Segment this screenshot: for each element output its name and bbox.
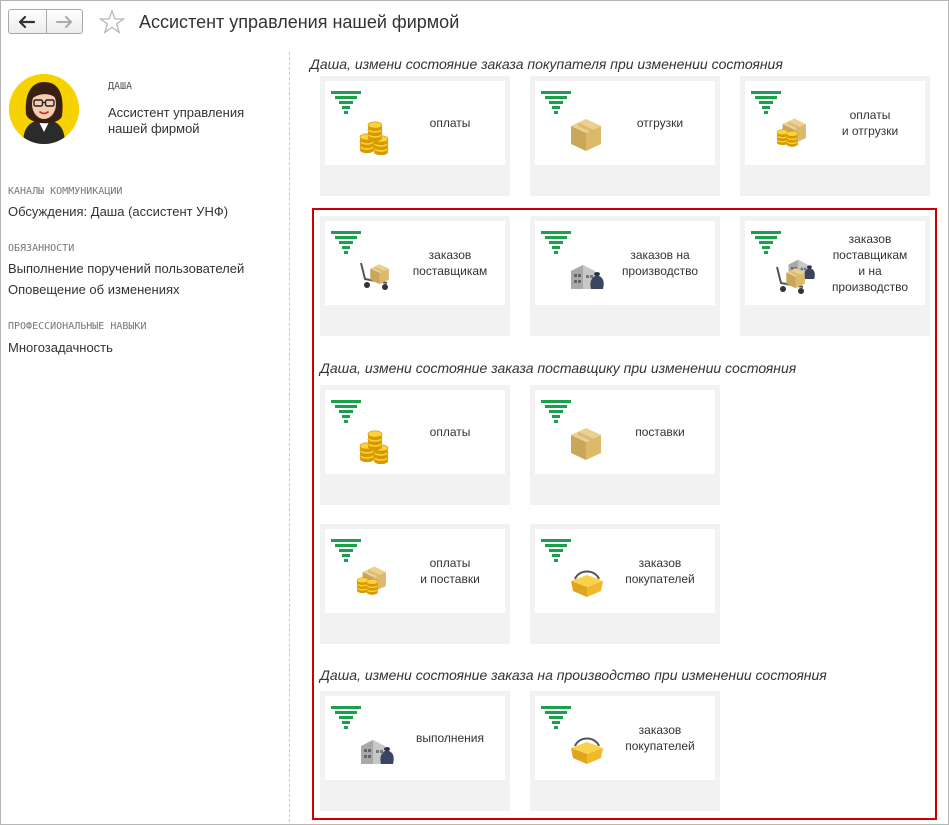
rule-card-button[interactable]: заказов покупателей <box>535 696 715 780</box>
rule-card-label-line: заказов <box>848 232 892 246</box>
rule-card-label: поставки <box>607 390 713 474</box>
rule-card-label-line: производство <box>831 280 909 294</box>
rule-card-label: заказов на производство <box>607 221 713 305</box>
rule-card-label-line: покупателей <box>625 739 695 753</box>
production-orders-section-title: Даша, измени состояние заказа на произво… <box>320 667 827 683</box>
rule-card-label-line: и поставки <box>420 572 480 586</box>
factory-icon <box>541 231 604 289</box>
rule-card-label-line: выполнения <box>415 731 485 745</box>
rule-card-label: заказов поставщикам и на производство <box>817 221 923 305</box>
rule-card-label-line: и отгрузки <box>841 124 899 138</box>
rule-card: отгрузки <box>530 76 720 196</box>
skill-item: Многозадачность <box>8 340 113 355</box>
coins-icon <box>331 400 389 464</box>
rule-card-button[interactable]: заказов поставщикам <box>325 221 505 305</box>
rule-card: оплаты <box>320 76 510 196</box>
rule-card-label: оплаты и отгрузки <box>817 81 923 165</box>
rule-card-label: оплаты и поставки <box>397 529 503 613</box>
rule-card-label: отгрузки <box>607 81 713 165</box>
rule-card-label-line: отгрузки <box>636 116 684 130</box>
assistant-name: ДАША <box>108 81 133 92</box>
rule-card-label: заказов покупателей <box>607 529 713 613</box>
assistant-role: Ассистент управления нашей фирмой <box>108 105 245 136</box>
rule-card-button[interactable]: оплаты и отгрузки <box>745 81 925 165</box>
rule-card: заказов поставщикам <box>320 216 510 336</box>
rule-card-button[interactable]: поставки <box>535 390 715 474</box>
rule-card-button[interactable]: заказов покупателей <box>535 529 715 613</box>
rule-card-label-line: заказов <box>428 248 472 262</box>
duty-item: Оповещение об изменениях <box>8 282 180 297</box>
page-title: Ассистент управления нашей фирмой <box>139 12 460 32</box>
rule-card: выполнения <box>320 691 510 811</box>
arrow-left-icon <box>19 15 36 28</box>
rule-card: оплаты и поставки <box>320 524 510 644</box>
rule-card-label: оплаты <box>397 390 503 474</box>
basket-icon <box>541 539 603 597</box>
rule-card-label-line: производство <box>621 264 699 278</box>
basket-icon <box>541 706 603 764</box>
pallet-truck-icon <box>331 231 389 290</box>
duty-item: Выполнение поручений пользователей <box>8 261 245 276</box>
box-coins-icon <box>751 91 806 147</box>
skills-heading: ПРОФЕССИОНАЛЬНЫЕ НАВЫКИ <box>8 321 147 332</box>
favorite-star-icon[interactable] <box>99 9 125 35</box>
rule-card-button[interactable]: отгрузки <box>535 81 715 165</box>
rule-card-label: выполнения <box>397 696 503 780</box>
rule-card-label-line: оплаты <box>429 425 471 439</box>
rule-card: заказов покупателей <box>530 524 720 644</box>
rule-card: заказов покупателей <box>530 691 720 811</box>
coins-icon <box>331 91 389 155</box>
rule-card-label-line: оплаты <box>849 108 891 122</box>
rule-card-label-line: заказов <box>638 723 682 737</box>
rule-card-label: заказов поставщикам <box>397 221 503 305</box>
header: Ассистент управления нашей фирмой <box>0 0 949 44</box>
rule-card: заказов поставщикам и на производство <box>740 216 930 336</box>
rule-card-label-line: оплаты <box>429 556 471 570</box>
assistant-portrait-icon <box>9 74 79 144</box>
customer-orders-section-title: Даша, измени состояние заказа покупателя… <box>310 56 783 72</box>
rule-card-label-line: поставки <box>635 425 685 439</box>
rule-card-button[interactable]: заказов поставщикам и на производство <box>745 221 925 305</box>
box-coins-icon <box>331 539 386 595</box>
box-icon <box>541 400 601 460</box>
rule-card: заказов на производство <box>530 216 720 336</box>
duties-heading: ОБЯЗАННОСТИ <box>8 243 75 254</box>
rule-card-label: заказов покупателей <box>607 696 713 780</box>
rule-card-label-line: заказов <box>638 556 682 570</box>
rule-card-button[interactable]: выполнения <box>325 696 505 780</box>
profile-panel: ДАША Ассистент управления нашей фирмой К… <box>0 44 289 824</box>
nav-buttons <box>8 9 83 34</box>
rule-card-label-line: покупателей <box>625 572 695 586</box>
rule-card-button[interactable]: оплаты <box>325 390 505 474</box>
back-button[interactable] <box>9 10 46 33</box>
factory-icon <box>331 706 394 764</box>
rule-card-button[interactable]: заказов на производство <box>535 221 715 305</box>
rule-card-button[interactable]: оплаты <box>325 81 505 165</box>
supplier-orders-section-title: Даша, измени состояние заказа поставщику… <box>320 360 797 376</box>
rule-card: оплаты и отгрузки <box>740 76 930 196</box>
pallet-factory-icon <box>751 231 815 294</box>
box-icon <box>541 91 601 151</box>
rule-card-button[interactable]: оплаты и поставки <box>325 529 505 613</box>
rule-card: поставки <box>530 385 720 505</box>
rule-card-label-line: и на <box>858 264 882 278</box>
rule-card: оплаты <box>320 385 510 505</box>
pane-divider <box>289 52 290 822</box>
rule-card-label-line: оплаты <box>429 116 471 130</box>
avatar <box>9 74 79 144</box>
rule-card-label-line: поставщикам <box>832 248 908 262</box>
channels-heading: КАНАЛЫ КОММУНИКАЦИИ <box>8 186 123 197</box>
rule-card-label-line: поставщикам <box>412 264 488 278</box>
forward-button[interactable] <box>45 10 83 33</box>
rule-card-label: оплаты <box>397 81 503 165</box>
rule-card-label-line: заказов на <box>630 248 690 262</box>
arrow-right-icon <box>56 15 73 28</box>
channels-item: Обсуждения: Даша (ассистент УНФ) <box>8 204 229 219</box>
